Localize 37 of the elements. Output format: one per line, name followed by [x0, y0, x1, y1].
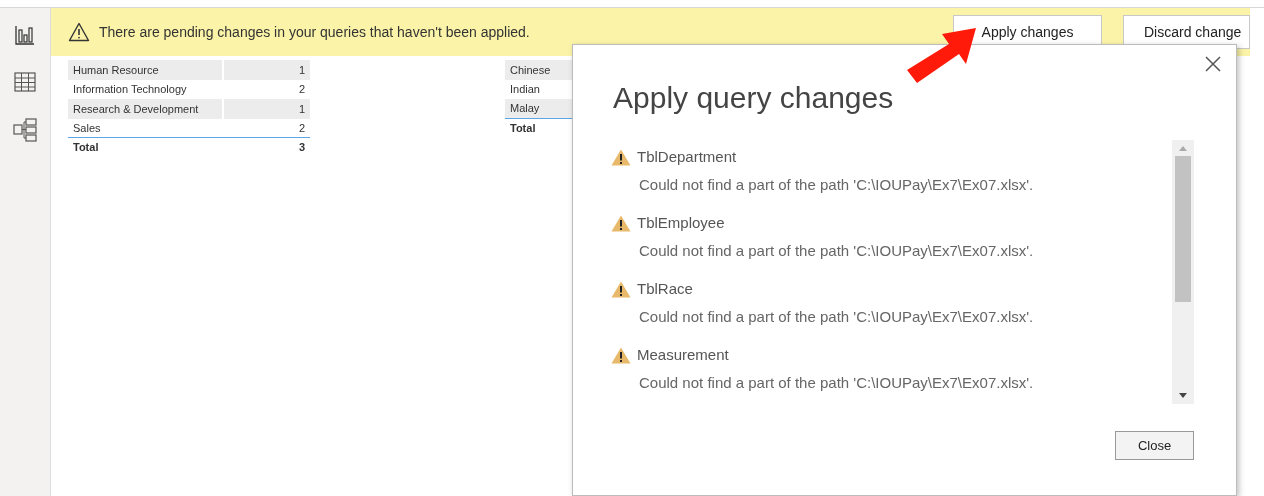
warning-icon: [68, 22, 90, 42]
scroll-down-icon[interactable]: [1178, 392, 1188, 400]
table-cell: 1: [224, 99, 310, 119]
total-label: Total: [72, 140, 100, 156]
total-label: Total: [509, 120, 537, 136]
warning-icon: [611, 280, 631, 298]
table-cell-text: Sales: [72, 120, 102, 136]
close-icon[interactable]: [1204, 55, 1222, 73]
total-value: 3: [297, 140, 306, 156]
error-message: Could not find a part of the path 'C:\IOUPay\Ex7\Ex07.xlsx'.: [638, 372, 1035, 393]
query-name: Measurement: [637, 345, 729, 365]
table-icon[interactable]: [14, 72, 36, 92]
error-message: Could not find a part of the path 'C:\IOUPay\Ex7\Ex07.xlsx'.: [638, 306, 1035, 327]
bar-chart-icon[interactable]: [14, 24, 36, 46]
table-cell: Malay: [505, 99, 572, 118]
query-name: TblEmployee: [637, 213, 725, 233]
table-cell: Chinese: [505, 60, 572, 80]
warning-icon: [611, 148, 631, 166]
table-cell-text: 2: [297, 82, 306, 97]
scrollbar[interactable]: [1172, 140, 1194, 404]
banner-message: There are pending changes in your queries that haven't been applied.: [99, 22, 530, 42]
warning-icon: [611, 214, 631, 232]
table-cell-text: Information Technology: [72, 82, 188, 97]
table-cell-text: 2: [297, 120, 306, 136]
table-cell-text: Indian: [509, 82, 541, 97]
close-button[interactable]: Close: [1115, 431, 1194, 460]
arrow-icon: [907, 26, 977, 84]
dialog-title: Apply query changes: [613, 80, 894, 116]
table-cell: Human Resource: [68, 60, 222, 80]
query-name: TblDepartment: [637, 147, 737, 167]
error-message: Could not find a part of the path 'C:\IOUPay\Ex7\Ex07.xlsx'.: [638, 174, 1035, 195]
error-message: Could not find a part of the path 'C:\IOUPay\Ex7\Ex07.xlsx'.: [638, 240, 1035, 261]
warning-icon: [611, 346, 631, 364]
table-cell: 1: [224, 60, 310, 80]
model-icon[interactable]: [13, 118, 37, 142]
query-name: TblRace: [637, 279, 693, 299]
table-cell: Research & Development: [68, 99, 222, 119]
